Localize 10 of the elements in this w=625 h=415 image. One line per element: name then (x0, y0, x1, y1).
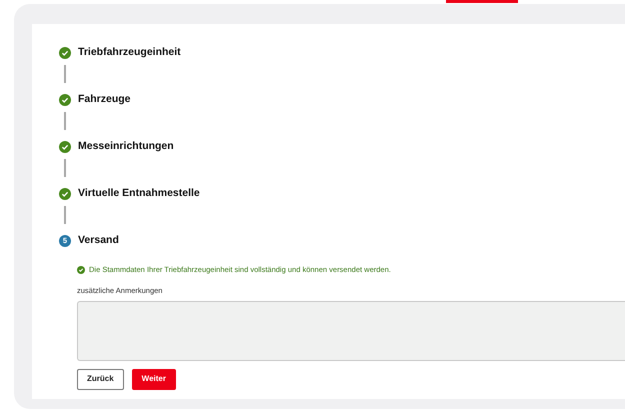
step-title: Virtuelle Entnahmestelle (78, 186, 200, 202)
back-button[interactable]: Zurück (77, 368, 124, 390)
step-title: Versand (78, 233, 119, 248)
step-title: Fahrzeuge (78, 92, 131, 108)
next-button[interactable]: Weiter (132, 368, 176, 390)
remarks-field[interactable] (77, 300, 625, 360)
check-icon (77, 266, 85, 274)
step-title: Triebfahrzeugeinheit (78, 45, 181, 60)
active-tab-indicator (446, 0, 518, 3)
step-title: Messeinrichtungen (78, 139, 174, 154)
